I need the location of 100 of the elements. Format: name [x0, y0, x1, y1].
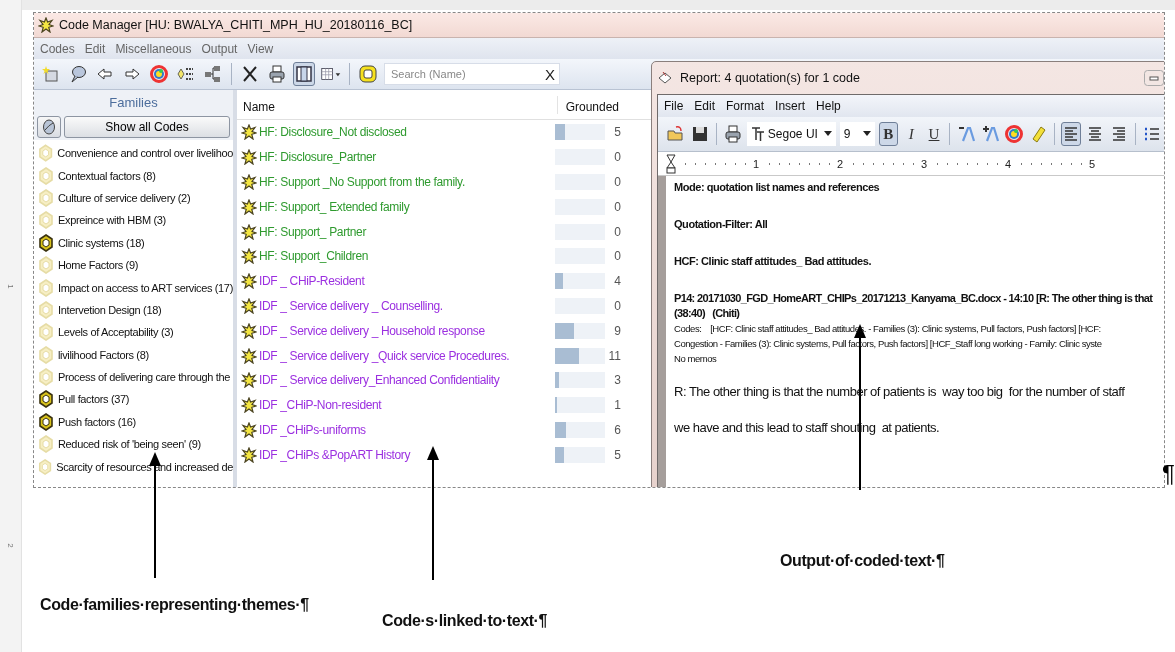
window-title: Code Manager [HU: BWALYA_CHITI_MPH_HU_20180116_BC]: [59, 18, 414, 32]
oval-icon: [42, 119, 56, 135]
code-name[interactable]: HF: Support_Children: [259, 249, 369, 264]
printer-icon[interactable]: [723, 125, 742, 143]
font-select[interactable]: Segoe UI: [746, 122, 836, 146]
grounded-count: 6: [613, 422, 621, 437]
menu-item[interactable]: Output: [201, 41, 238, 56]
grounded-count: 5: [613, 447, 621, 462]
save-icon[interactable]: [691, 125, 709, 143]
ruler-number: 2: [835, 157, 844, 170]
grounded-count: 1: [613, 398, 621, 413]
code-icon: [241, 198, 257, 215]
grounded-count: 5: [613, 125, 621, 140]
menu-item[interactable]: Codes: [40, 41, 75, 56]
column-header[interactable]: Grounded: [557, 96, 619, 114]
family-item[interactable]: Clinic systems (18): [58, 236, 145, 249]
ruler-number: 1: [6, 284, 15, 289]
grounded-count: 9: [613, 323, 621, 338]
show-all-codes-button[interactable]: Show all Codes: [64, 116, 230, 138]
grounded-count: 0: [613, 175, 621, 189]
code-icon: [241, 149, 257, 166]
format-button[interactable]: U: [924, 122, 944, 146]
caption: Code·s·linked·to·text·¶: [382, 612, 548, 630]
code-name[interactable]: IDF _ Service delivery _Quick service Procedures.: [259, 348, 510, 363]
search-field[interactable]: Search (Name) X: [384, 63, 560, 85]
code-name[interactable]: IDF _ Service delivery _ Household response: [259, 323, 485, 338]
family-item[interactable]: Reduced risk of 'being seen' (9): [58, 438, 201, 451]
code-name[interactable]: HF: Disclosure_Not disclosed: [259, 125, 407, 140]
code-icon: [241, 124, 257, 141]
caret-icon: [823, 131, 832, 137]
code-name[interactable]: HF: Disclosure_Partner: [259, 150, 376, 165]
grounded-count: 0: [613, 199, 621, 214]
grounded-count: 0: [613, 298, 621, 313]
font-size-select[interactable]: 9: [839, 122, 875, 146]
caret-icon: [862, 131, 871, 137]
window-title: Report: 4 quotation(s) for 1 code: [680, 71, 861, 85]
menu-item[interactable]: Miscellaneous: [115, 41, 192, 56]
family-item[interactable]: Push factors (16): [58, 415, 136, 428]
code-icon: [241, 174, 257, 190]
report-heading: Mode: quotation list names and references: [674, 180, 881, 195]
open-folder-icon[interactable]: [667, 125, 685, 143]
code-icon: [241, 446, 257, 463]
family-item[interactable]: Intervetion Design (18): [58, 303, 162, 316]
code-icon: [241, 297, 257, 314]
menu-item[interactable]: Edit: [694, 99, 716, 113]
column-header[interactable]: Name: [237, 100, 557, 114]
report-heading: P14: 20171030_FGD_HomeART_CHIPs_20171213_Kanyama_BC.docx - 14:10 [R: The other thing is that: [674, 291, 1154, 306]
code-icon: [241, 322, 257, 339]
family-item[interactable]: Pull factors (37): [58, 393, 130, 406]
menu-item[interactable]: View: [247, 41, 274, 56]
format-button[interactable]: B: [878, 122, 898, 146]
caption: Output·of·coded·text·¶: [780, 552, 945, 570]
family-item[interactable]: Home Factors (9): [58, 259, 138, 272]
menu-item[interactable]: Edit: [84, 41, 106, 56]
code-name[interactable]: HF: Support _No Support from the family.: [259, 175, 465, 189]
code-name[interactable]: IDF _CHiPs &PopART History: [259, 447, 411, 462]
grounded-count: 0: [613, 249, 621, 264]
menu-item[interactable]: File: [664, 99, 684, 113]
family-item[interactable]: Impact on access to ART services (17): [58, 281, 233, 294]
menu-item[interactable]: Help: [816, 99, 841, 113]
code-name[interactable]: HF: Support_ Partner: [259, 224, 367, 239]
grounded-count: 4: [613, 274, 621, 289]
code-icon: [241, 347, 257, 364]
grounded-count: 11: [607, 348, 621, 363]
family-item[interactable]: Convenience and control over livelihoo: [57, 147, 233, 160]
code-icon: [241, 273, 257, 290]
code-name[interactable]: HF: Support_ Extended family: [259, 199, 410, 214]
report-detail: No memos: [674, 352, 718, 366]
grounded-count: 0: [613, 224, 621, 239]
indent-marker-icon[interactable]: [666, 153, 676, 174]
code-icon: [241, 397, 257, 414]
code-icon: [241, 223, 257, 240]
code-name[interactable]: IDF _ Service delivery_Enhanced Confidentiality: [259, 373, 500, 388]
family-item[interactable]: Culture of service delivery (2): [58, 191, 191, 204]
filter-button[interactable]: [37, 116, 61, 138]
menu-item[interactable]: Format: [726, 99, 765, 113]
report-heading: (38:40) (Chiti): [674, 306, 741, 321]
grounded-count: 0: [613, 150, 621, 165]
family-item[interactable]: Process of delivering care through the: [58, 371, 230, 384]
clear-button[interactable]: X: [545, 65, 555, 83]
code-icon: [241, 421, 257, 438]
ruler-number: 4: [1003, 157, 1012, 170]
family-item[interactable]: Expreince with HBM (3): [58, 214, 166, 227]
code-name[interactable]: IDF _CHiP-Non-resident: [259, 398, 382, 413]
code-name[interactable]: IDF _CHiPs-uniforms: [259, 422, 366, 437]
ruler-number: 3: [919, 157, 928, 170]
code-icon: [38, 17, 54, 33]
family-item[interactable]: Levels of Acceptability (3): [58, 326, 174, 339]
report-heading: HCF: Clinic staff attitudes_ Bad attitudes.: [674, 254, 872, 269]
menu-item[interactable]: Insert: [775, 99, 806, 113]
code-name[interactable]: IDF _ Service delivery _ Counselling.: [259, 298, 443, 313]
family-item[interactable]: Contextual factors (8): [58, 169, 156, 182]
code-name[interactable]: IDF _ CHiP-Resident: [259, 274, 365, 289]
code-icon: [241, 372, 257, 389]
ruler-number: 5: [1087, 157, 1096, 170]
family-item[interactable]: livilihood Factors (8): [58, 348, 149, 361]
ruler-number: 2: [6, 543, 15, 548]
format-button[interactable]: I: [901, 122, 921, 146]
font-icon: [750, 126, 765, 142]
panel-title: Families: [109, 94, 158, 110]
